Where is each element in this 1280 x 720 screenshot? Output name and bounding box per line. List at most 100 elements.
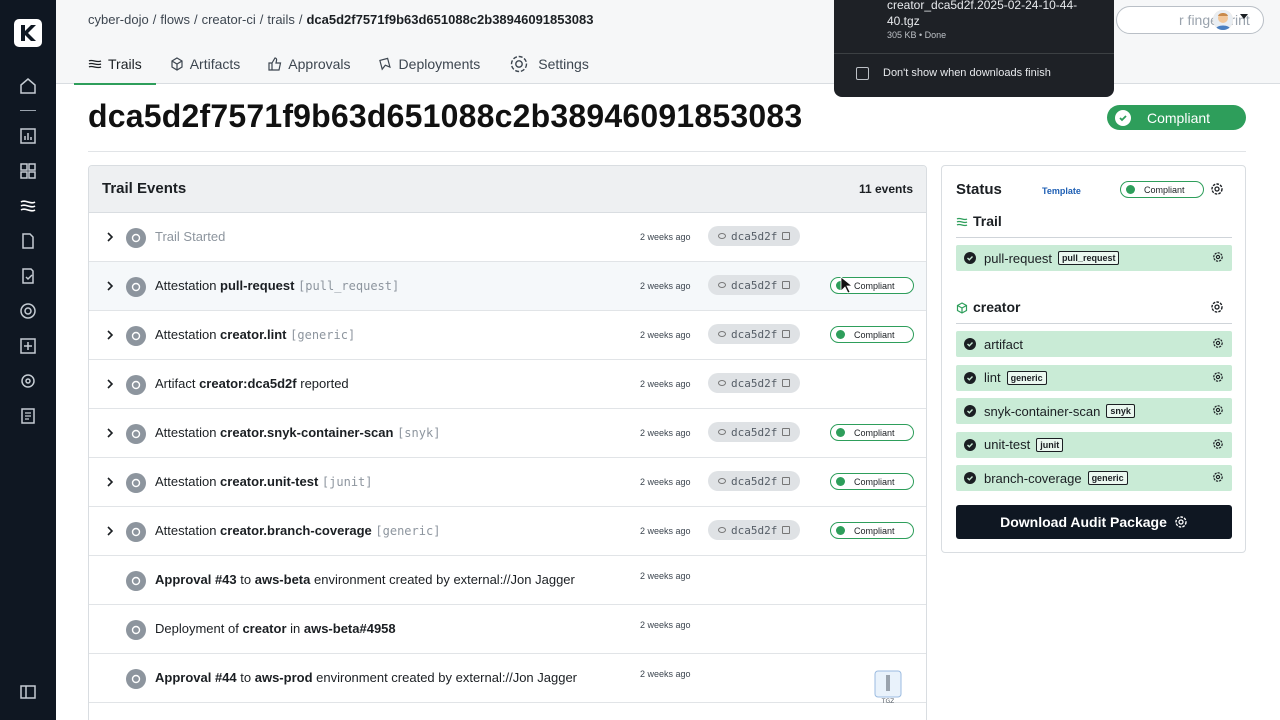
event-target: aws-beta xyxy=(254,572,311,587)
trail-section-title: Trail xyxy=(956,213,1002,229)
grid-icon[interactable] xyxy=(19,162,37,180)
tab-label: Trails xyxy=(108,56,142,72)
download-filename[interactable]: creator_dca5d2f.2025-02-24-10-44-40.tgz xyxy=(887,0,1107,29)
chart-icon[interactable] xyxy=(19,127,37,145)
gear-icon[interactable] xyxy=(1212,251,1224,263)
status-badge: Compliant xyxy=(1120,181,1204,198)
tab-deployments[interactable]: Deployments xyxy=(365,44,495,84)
commit-sha-link[interactable]: dca5d2f xyxy=(708,226,800,246)
event-connector: to xyxy=(236,670,255,685)
commit-sha-link[interactable]: dca5d2f xyxy=(708,520,800,540)
commit-icon xyxy=(718,527,726,533)
flows-icon[interactable] xyxy=(19,197,37,215)
event-row[interactable]: Attestation creator.unit-test [junit] 2 w… xyxy=(89,458,926,507)
dont-show-checkbox[interactable] xyxy=(856,67,869,80)
tab-artifacts[interactable]: Artifacts xyxy=(156,44,255,84)
event-type: [snyk] xyxy=(397,426,441,440)
gear-icon xyxy=(1174,515,1188,529)
event-prefix: Deployment of xyxy=(155,621,243,636)
event-row[interactable]: Attestation creator.snyk-container-scan … xyxy=(89,409,926,458)
tab-trails[interactable]: Trails xyxy=(74,44,156,85)
avatar[interactable] xyxy=(1213,10,1233,30)
trail-start-icon xyxy=(126,228,146,248)
download-audit-package-button[interactable]: Download Audit Package xyxy=(956,505,1232,539)
commit-sha-link[interactable]: dca5d2f xyxy=(708,324,800,344)
home-icon[interactable] xyxy=(19,77,37,95)
chevron-right-icon[interactable] xyxy=(105,426,115,440)
settings-icon[interactable] xyxy=(19,372,37,390)
event-text: Artifact creator:dca5d2f reported xyxy=(155,376,349,391)
thumbs-up-icon xyxy=(268,57,282,71)
tgz-file-icon[interactable]: TGZ xyxy=(874,670,902,706)
event-text: Approval #44 to aws-prod environment cre… xyxy=(155,670,577,685)
status-item[interactable]: pull-request pull_request xyxy=(956,245,1232,271)
event-row[interactable]: Trail Started 2 weeks ago dca5d2f xyxy=(89,213,926,262)
target-icon[interactable] xyxy=(19,302,37,320)
chevron-right-icon[interactable] xyxy=(105,377,115,391)
check-icon xyxy=(1126,185,1135,194)
attestation-icon xyxy=(126,326,146,346)
chevron-right-icon[interactable] xyxy=(105,230,115,244)
document-icon[interactable] xyxy=(19,232,37,250)
event-row[interactable]: Artifact creator:dca5d2f reported 2 weeks… xyxy=(89,360,926,409)
chevron-right-icon[interactable] xyxy=(105,328,115,342)
docs-icon[interactable] xyxy=(19,407,37,425)
divider xyxy=(88,151,1246,152)
event-prefix: Artifact xyxy=(155,376,200,391)
status-item[interactable]: branch-coverage generic xyxy=(956,465,1232,492)
check-icon xyxy=(1115,109,1131,126)
fingerprint-search-input[interactable]: r fingerprint xyxy=(1116,6,1264,34)
event-row: Deployment of creator in aws-beta#4958 2 … xyxy=(89,605,926,654)
status-item[interactable]: unit-test junit xyxy=(956,431,1232,458)
tab-settings[interactable]: Settings xyxy=(494,44,603,84)
chevron-right-icon[interactable] xyxy=(105,524,115,538)
status-item-label: branch-coverage xyxy=(984,470,1082,486)
breadcrumb-flow[interactable]: creator-ci xyxy=(202,12,256,27)
status-gear-icon[interactable] xyxy=(1210,182,1224,196)
commit-sha-link[interactable]: dca5d2f xyxy=(708,275,800,295)
status-item-label: lint xyxy=(984,370,1001,386)
gear-icon[interactable] xyxy=(1212,337,1224,349)
kosli-logo[interactable] xyxy=(14,19,42,47)
status-item[interactable]: artifact xyxy=(956,331,1232,357)
creator-gear-icon[interactable] xyxy=(1210,300,1224,314)
status-item[interactable]: snyk-container-scan snyk xyxy=(956,398,1232,425)
tab-approvals[interactable]: Approvals xyxy=(254,44,364,84)
event-subject: creator.snyk-container-scan xyxy=(220,425,394,440)
event-row[interactable]: Attestation pull-request [pull_request] 2… xyxy=(89,262,926,311)
commit-sha-link[interactable]: dca5d2f xyxy=(708,422,800,442)
breadcrumb-org[interactable]: cyber-dojo xyxy=(88,12,149,27)
approval-doc-icon[interactable] xyxy=(19,267,37,285)
gear-icon[interactable] xyxy=(1212,371,1224,383)
divider xyxy=(956,237,1232,238)
add-icon[interactable] xyxy=(19,337,37,355)
gear-icon[interactable] xyxy=(1212,404,1224,416)
chevron-down-icon[interactable] xyxy=(1240,14,1248,19)
commit-sha-link[interactable]: dca5d2f xyxy=(708,471,800,491)
trail-status-badge: Compliant xyxy=(1107,105,1246,130)
check-icon xyxy=(964,371,976,384)
status-item[interactable]: lint generic xyxy=(956,364,1232,391)
attestation-type-tag: snyk xyxy=(1106,404,1135,419)
external-link-icon xyxy=(782,330,791,338)
breadcrumb-trails[interactable]: trails xyxy=(267,12,294,27)
event-time: 2 weeks ago xyxy=(640,620,691,630)
cube-icon xyxy=(956,301,968,314)
gear-icon[interactable] xyxy=(1212,471,1224,483)
breadcrumb-flows[interactable]: flows xyxy=(160,12,190,27)
download-meta: 305 KB • Done xyxy=(887,30,947,40)
external-link-icon xyxy=(782,477,791,485)
template-link[interactable]: Template xyxy=(1042,186,1081,196)
creator-section-label: creator xyxy=(973,299,1021,315)
gear-icon[interactable] xyxy=(1212,438,1224,450)
external-link-icon xyxy=(782,379,791,387)
event-row[interactable]: Attestation creator.lint [generic] 2 week… xyxy=(89,311,926,360)
event-suffix: environment created by external://Jon Ja… xyxy=(312,670,578,685)
chevron-right-icon[interactable] xyxy=(105,475,115,489)
attestation-type-tag: generic xyxy=(1006,370,1047,385)
chevron-right-icon[interactable] xyxy=(105,279,115,293)
event-row[interactable]: Attestation creator.branch-coverage [gen… xyxy=(89,507,926,556)
collapse-sidebar-icon[interactable] xyxy=(19,683,37,701)
commit-sha-link[interactable]: dca5d2f xyxy=(708,373,800,393)
tab-label: Deployments xyxy=(398,56,481,72)
